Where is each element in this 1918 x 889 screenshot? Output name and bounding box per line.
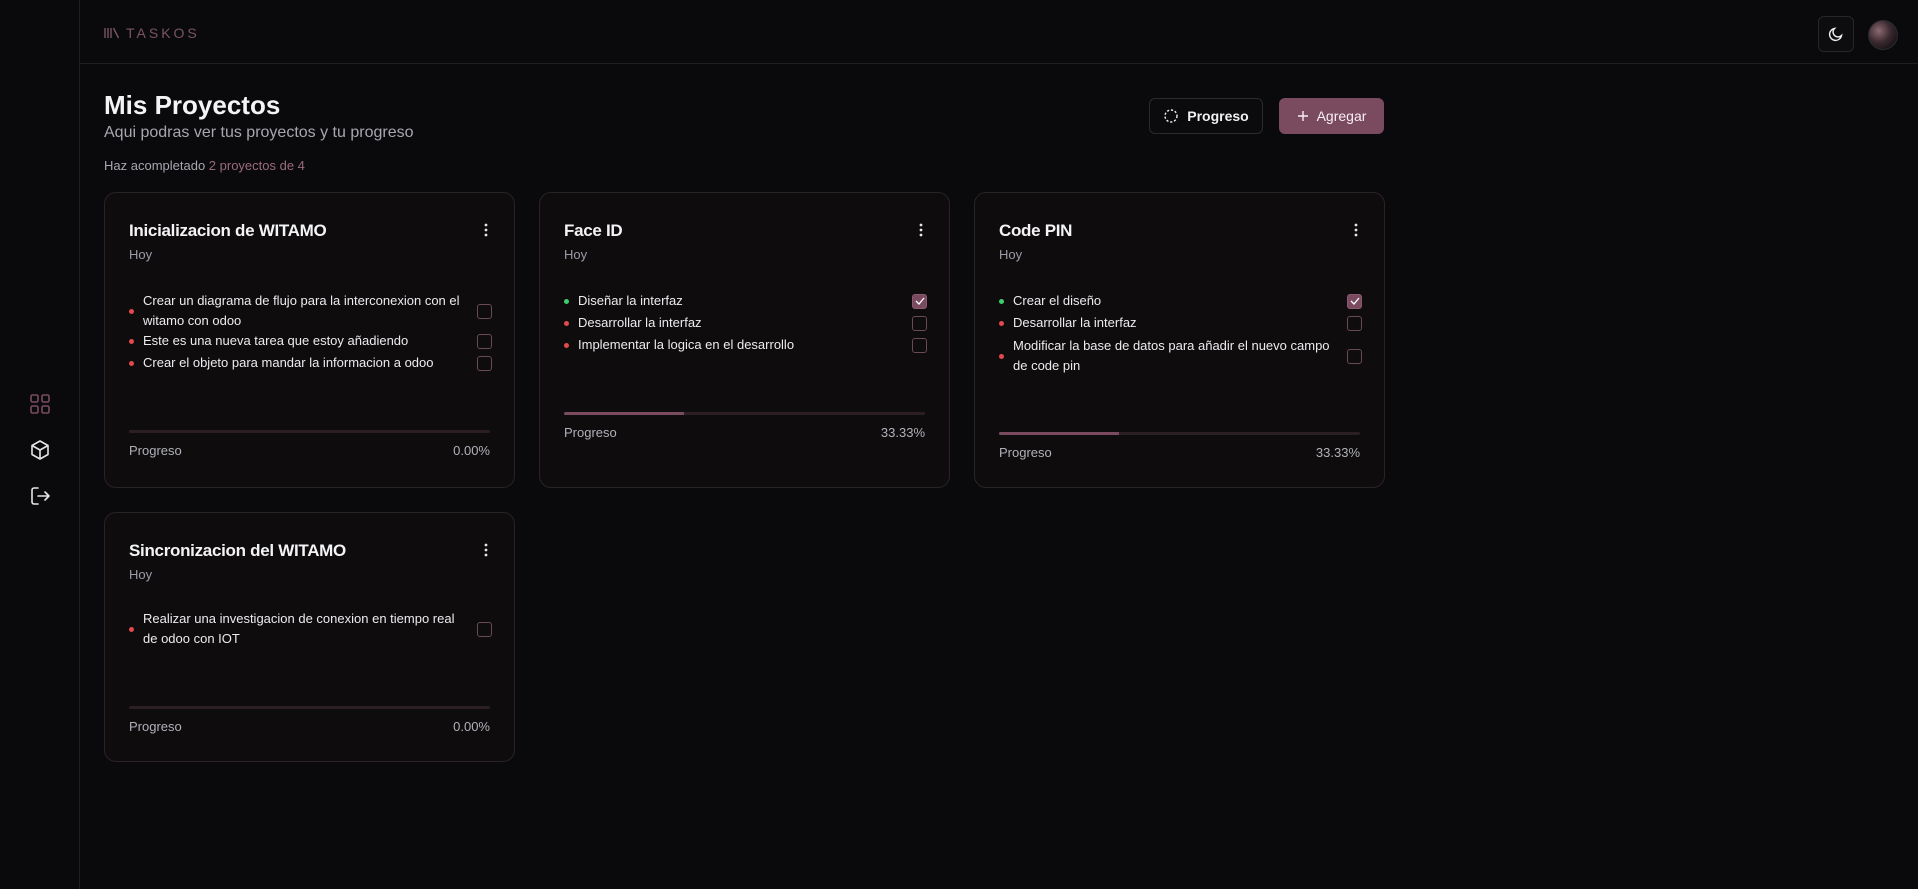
more-menu-icon[interactable] (1348, 221, 1364, 239)
progress-value: 0.00% (453, 443, 490, 458)
completed-count: 2 proyectos de 4 (208, 158, 305, 173)
task-checkbox[interactable] (912, 337, 927, 353)
task-checkbox[interactable] (477, 355, 492, 371)
task-checkbox[interactable] (912, 315, 927, 331)
task-checkbox[interactable] (1347, 348, 1362, 364)
project-card: Code PIN Hoy Crear el diseño Desarrollar… (974, 192, 1385, 488)
completed-prefix: Haz acompletado (104, 158, 206, 173)
loader-icon (1164, 109, 1178, 123)
task-status-dot (564, 298, 569, 304)
plus-icon (1297, 111, 1308, 121)
task-checkbox[interactable] (477, 303, 492, 319)
page-subtitle: Aqui podras ver tus proyectos y tu progr… (104, 124, 414, 141)
grid-icon[interactable] (28, 392, 52, 416)
topbar: TASKOS (80, 0, 1918, 64)
task-status-dot (999, 298, 1004, 304)
add-button-label: Agregar (1316, 108, 1367, 124)
progress-bar-fill (999, 432, 1120, 435)
task-item: Diseñar la interfaz (564, 291, 927, 311)
task-item: Implementar la logica en el desarrollo (564, 335, 927, 355)
project-title: Face ID (564, 221, 623, 240)
task-text: Realizar una investigacion de conexion e… (143, 611, 455, 646)
logout-icon[interactable] (28, 484, 52, 508)
more-menu-icon[interactable] (478, 221, 494, 239)
progress-value: 33.33% (880, 425, 925, 440)
project-date: Hoy (564, 247, 588, 262)
check-icon (1350, 297, 1359, 305)
progress-bar (564, 412, 925, 415)
more-menu-icon[interactable] (913, 221, 929, 239)
progress-label: Progreso (129, 443, 182, 458)
check-icon (915, 297, 924, 305)
project-card: Sincronizacion del WITAMO Hoy Realizar u… (104, 512, 515, 762)
progress-bar-fill (564, 412, 685, 415)
sidebar (0, 0, 80, 889)
progress-button[interactable]: Progreso (1149, 98, 1263, 134)
project-title: Sincronizacion del WITAMO (129, 541, 346, 560)
task-item: Modificar la base de datos para añadir e… (999, 336, 1362, 376)
task-text: Crear el diseño (1013, 293, 1102, 308)
completed-summary: Haz acompletado 2 proyectos de 4 (104, 158, 305, 173)
project-title: Inicializacion de WITAMO (129, 221, 327, 240)
page-title: Mis Proyectos (104, 90, 281, 120)
task-status-dot (999, 353, 1004, 359)
task-checkbox[interactable] (477, 333, 492, 349)
progress-value: 33.33% (1315, 445, 1360, 460)
progress-label: Progreso (999, 445, 1052, 460)
task-text: Desarrollar la interfaz (578, 315, 702, 330)
add-button[interactable]: Agregar (1279, 98, 1384, 134)
app-title: TASKOS (126, 25, 200, 41)
task-item: Realizar una investigacion de conexion e… (129, 609, 492, 649)
library-icon (104, 27, 120, 39)
task-item: Crear un diagrama de flujo para la inter… (129, 291, 492, 331)
theme-toggle-button[interactable] (1818, 16, 1854, 52)
task-checkbox[interactable] (1347, 293, 1362, 309)
task-text: Este es una nueva tarea que estoy añadie… (143, 333, 409, 348)
task-status-dot (564, 320, 569, 326)
task-status-dot (999, 320, 1004, 326)
project-card: Face ID Hoy Diseñar la interfaz Desarrol… (539, 192, 950, 488)
app-logo[interactable]: TASKOS (104, 25, 200, 41)
task-status-dot (129, 338, 134, 344)
progress-button-label: Progreso (1187, 108, 1249, 124)
moon-icon (1828, 27, 1843, 42)
task-status-dot (564, 342, 569, 348)
task-checkbox[interactable] (477, 621, 492, 637)
progress-label: Progreso (564, 425, 617, 440)
task-item: Desarrollar la interfaz (999, 313, 1362, 333)
progress-bar (129, 430, 490, 433)
task-text: Diseñar la interfaz (578, 293, 683, 308)
more-menu-icon[interactable] (478, 541, 494, 559)
project-title: Code PIN (999, 221, 1073, 240)
avatar[interactable] (1868, 20, 1898, 50)
progress-bar (999, 432, 1360, 435)
progress-label: Progreso (129, 719, 182, 734)
task-status-dot (129, 626, 134, 632)
task-checkbox[interactable] (912, 293, 927, 309)
task-item: Desarrollar la interfaz (564, 313, 927, 333)
task-text: Desarrollar la interfaz (1013, 315, 1137, 330)
task-item: Crear el objeto para mandar la informaci… (129, 353, 492, 373)
task-item: Crear el diseño (999, 291, 1362, 311)
task-checkbox[interactable] (1347, 315, 1362, 331)
task-status-dot (129, 308, 134, 314)
progress-bar (129, 706, 490, 709)
task-text: Crear un diagrama de flujo para la inter… (143, 293, 460, 328)
task-text: Implementar la logica en el desarrollo (578, 337, 795, 352)
project-date: Hoy (999, 247, 1023, 262)
task-status-dot (129, 360, 134, 366)
project-card: Inicializacion de WITAMO Hoy Crear un di… (104, 192, 515, 488)
cube-icon[interactable] (28, 438, 52, 462)
task-text: Modificar la base de datos para añadir e… (1013, 338, 1330, 373)
task-item: Este es una nueva tarea que estoy añadie… (129, 331, 492, 351)
progress-value: 0.00% (453, 719, 490, 734)
project-date: Hoy (129, 247, 153, 262)
project-date: Hoy (129, 567, 153, 582)
task-text: Crear el objeto para mandar la informaci… (143, 355, 434, 370)
